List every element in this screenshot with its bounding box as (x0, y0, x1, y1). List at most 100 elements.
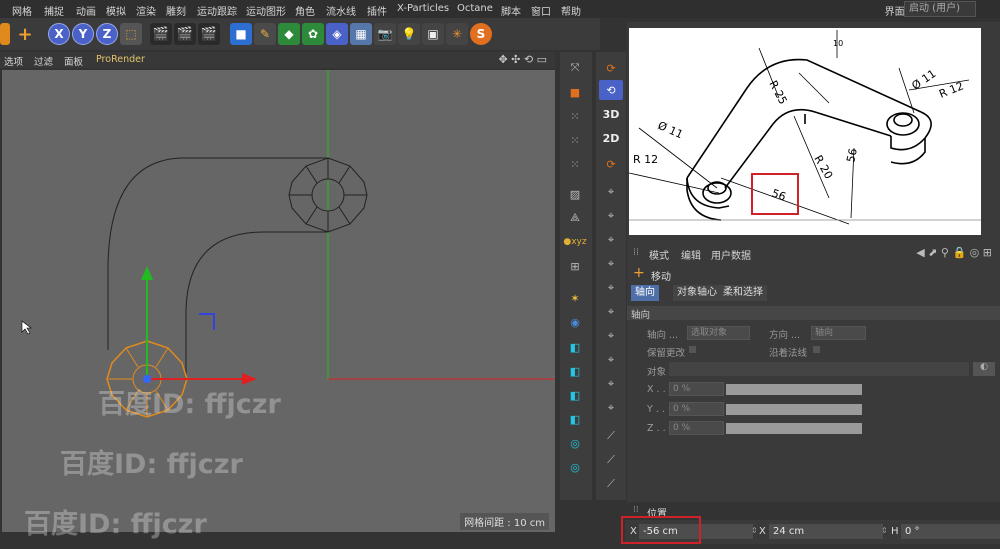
3d-viewport[interactable]: 百度ID: ffjczr 百度ID: ffjczr 百度ID: ffjczr 网… (2, 70, 555, 540)
z-percent-field[interactable]: 0 % (669, 421, 724, 435)
pen-icon[interactable]: ✎ (254, 23, 276, 45)
snap-option-icon-5[interactable]: ⌖ (599, 278, 623, 298)
direction-dropdown[interactable]: 轴向 (811, 326, 866, 340)
snap-option-icon-9[interactable]: ⌖ (599, 374, 623, 394)
tag-icon[interactable]: ▣ (422, 23, 444, 45)
menu-item-window[interactable]: 窗口 (531, 3, 551, 18)
viewport-nav-icons[interactable]: ✥ ✣ ⟲ ▭ (498, 53, 547, 66)
guide-icon-2[interactable]: ⟋ (599, 450, 623, 470)
3d-snap-label[interactable]: 3D (599, 104, 623, 124)
size-x-field[interactable]: 24 cm (769, 524, 883, 539)
x-slider[interactable] (726, 384, 862, 395)
tab-axis[interactable]: 轴向 (631, 285, 659, 301)
layer-icon-4[interactable]: ◧ (563, 409, 587, 429)
light-icon[interactable]: 💡 (398, 23, 420, 45)
guide-icon-1[interactable]: ⟋ (599, 426, 623, 446)
subdivision-icon[interactable]: ◆ (278, 23, 300, 45)
points-grid-icon[interactable]: ⁙ (563, 106, 587, 126)
viewport-menu-options[interactable]: 选项 (4, 54, 23, 68)
sphere-snap-icon[interactable]: ◉ (563, 312, 587, 332)
attr-menu-edit[interactable]: 编辑 (681, 247, 701, 262)
menu-item-animate[interactable]: 动画 (76, 3, 96, 18)
y-axis-button[interactable]: Y (72, 23, 94, 45)
guide-icon-3[interactable]: ⟋ (599, 474, 623, 494)
snap-rotate-icon[interactable]: ⟳ (599, 154, 623, 174)
scale-icon[interactable]: ⤧ (563, 58, 587, 78)
menu-item-mograph[interactable]: 运动图形 (246, 3, 286, 18)
attr-menu-user-data[interactable]: 用户数据 (711, 247, 751, 262)
render-picture-viewer-icon[interactable]: 🎬 (174, 23, 196, 45)
render-view-icon[interactable]: 🎬 (150, 23, 172, 45)
y-slider[interactable] (726, 404, 862, 415)
polygons-grid-icon[interactable]: ⁙ (563, 154, 587, 174)
sky-icon[interactable]: ✳ (446, 23, 468, 45)
menu-item-simulate[interactable]: 模拟 (106, 3, 126, 18)
viewport-menu-filter[interactable]: 过滤 (34, 54, 53, 68)
z-axis-button[interactable]: Z (96, 23, 118, 45)
cube-icon[interactable]: ■ (230, 23, 252, 45)
snap-option-icon-6[interactable]: ⌖ (599, 302, 623, 322)
tab-object-axis[interactable]: 对象轴心 (673, 285, 721, 301)
snap-option-icon-2[interactable]: ⌖ (599, 206, 623, 226)
floor-icon[interactable]: ▦ (350, 23, 372, 45)
snap-option-icon-8[interactable]: ⌖ (599, 350, 623, 370)
gizmo-y-arrow[interactable] (141, 266, 153, 280)
stepper-icon[interactable]: ⇕ (751, 526, 758, 535)
texture-icon[interactable]: ▨ (563, 184, 587, 204)
y-percent-field[interactable]: 0 % (669, 402, 724, 416)
menu-item-character[interactable]: 角色 (295, 3, 315, 18)
cube-tool-icon[interactable]: ■ (563, 82, 587, 102)
attr-nav-icons[interactable]: ◀ ⬈ ⚲ 🔒 ◎ ⊞ (916, 246, 992, 259)
snap-option-icon-4[interactable]: ⌖ (599, 254, 623, 274)
boolean-icon-2[interactable]: ◎ (563, 457, 587, 477)
along-normal-checkbox[interactable] (813, 346, 820, 353)
workplane-icon[interactable]: ⊞ (563, 256, 587, 276)
rotate-icon[interactable]: ⟳ (599, 58, 623, 78)
layer-icon-2[interactable]: ◧ (563, 361, 587, 381)
snap-option-icon-1[interactable]: ⌖ (599, 182, 623, 202)
snap-option-icon-3[interactable]: ⌖ (599, 230, 623, 250)
gizmo-plane-handle[interactable] (199, 313, 215, 330)
menu-item-pipeline[interactable]: 流水线 (326, 3, 356, 18)
menu-item-plugins[interactable]: 插件 (367, 3, 387, 18)
object-link-field[interactable] (669, 362, 969, 376)
snap-star-icon[interactable]: ✶ (563, 288, 587, 308)
xyz-lock-icon[interactable]: ●xyz (563, 232, 587, 252)
layer-icon-3[interactable]: ◧ (563, 385, 587, 405)
menu-item-mesh[interactable]: 网格 (12, 3, 32, 18)
uv-icon[interactable]: ⟁ (563, 208, 587, 228)
z-slider[interactable] (726, 423, 862, 434)
viewport-menu-panel[interactable]: 面板 (64, 54, 83, 68)
array-icon[interactable]: ✿ (302, 23, 324, 45)
menu-item-help[interactable]: 帮助 (561, 3, 581, 18)
keep-changes-checkbox[interactable] (689, 346, 696, 353)
edges-grid-icon[interactable]: ⁙ (563, 130, 587, 150)
menu-item-script[interactable]: 脚本 (501, 3, 521, 18)
interface-dropdown[interactable]: 启动 (用户) (904, 1, 976, 17)
stepper-icon[interactable]: ⇕ (881, 526, 888, 535)
add-icon[interactable]: + (14, 23, 36, 45)
deformer-icon[interactable]: ◈ (326, 23, 348, 45)
menu-item-render[interactable]: 渲染 (136, 3, 156, 18)
snap-option-icon-7[interactable]: ⌖ (599, 326, 623, 346)
attr-menu-mode[interactable]: 模式 (649, 247, 669, 262)
menu-item-x-particles[interactable]: X-Particles (397, 3, 449, 14)
render-settings-icon[interactable]: 🎬 (198, 23, 220, 45)
object-mode-icon[interactable]: ⟲ (599, 80, 623, 100)
menu-item-octane[interactable]: Octane (457, 3, 493, 14)
x-percent-field[interactable]: 0 % (669, 382, 724, 396)
menu-item-snap[interactable]: 捕捉 (44, 3, 64, 18)
x-axis-button[interactable]: X (48, 23, 70, 45)
2d-snap-label[interactable]: 2D (599, 128, 623, 148)
tab-soft-selection[interactable]: 柔和选择 (719, 285, 767, 301)
snap-option-icon-10[interactable]: ⌖ (599, 398, 623, 418)
object-pick-icon[interactable]: ◐ (973, 362, 995, 376)
axis-dropdown[interactable]: 选取对象 (687, 326, 750, 340)
s-plugin-icon[interactable]: S (470, 23, 492, 45)
coordinate-system-icon[interactable]: ⬚ (120, 23, 142, 45)
menu-item-motion-tracking[interactable]: 运动跟踪 (197, 3, 237, 18)
boolean-icon-1[interactable]: ◎ (563, 433, 587, 453)
menu-item-sculpt[interactable]: 雕刻 (166, 3, 186, 18)
camera-icon[interactable]: 📷 (374, 23, 396, 45)
layer-icon-1[interactable]: ◧ (563, 337, 587, 357)
